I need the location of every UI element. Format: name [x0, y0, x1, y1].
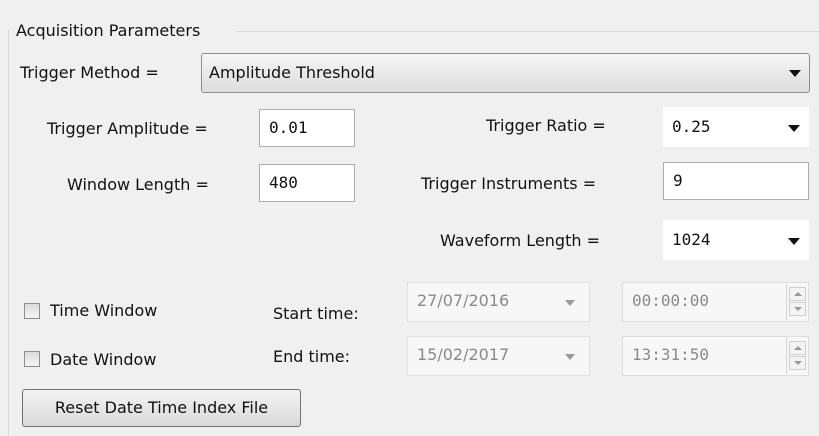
date-window-label: Date Window [50, 350, 157, 369]
trigger-instruments-input[interactable]: 9 [663, 162, 809, 200]
start-time-spinner[interactable] [786, 284, 808, 320]
end-time-spinner[interactable] [786, 338, 808, 374]
trigger-method-value: Amplitude Threshold [209, 63, 375, 82]
chevron-down-icon [788, 125, 800, 132]
chevron-down-icon [789, 70, 801, 77]
chevron-down-icon [788, 238, 800, 245]
end-time-label: End time: [273, 347, 351, 366]
trigger-instruments-label: Trigger Instruments = [421, 174, 597, 193]
end-date-value: 15/02/2017 [417, 345, 510, 364]
trigger-ratio-value: 0.25 [672, 117, 711, 136]
waveform-length-label: Waveform Length = [440, 231, 600, 250]
waveform-length-dropdown[interactable]: 1024 [663, 220, 809, 260]
trigger-amplitude-label: Trigger Amplitude = [47, 119, 208, 138]
end-date-picker[interactable]: 15/02/2017 [407, 336, 590, 376]
group-border [8, 30, 9, 436]
time-window-checkbox[interactable] [24, 303, 40, 319]
chevron-down-icon [565, 354, 575, 360]
trigger-ratio-dropdown[interactable]: 0.25 [663, 107, 809, 147]
group-divider [236, 31, 819, 32]
date-window-checkbox[interactable] [24, 351, 40, 367]
start-date-value: 27/07/2016 [417, 291, 510, 310]
start-date-picker[interactable]: 27/07/2016 [407, 282, 590, 322]
trigger-amplitude-input[interactable]: 0.01 [259, 109, 355, 147]
end-time-input[interactable]: 13:31:50 [622, 336, 809, 376]
reset-date-time-index-button[interactable]: Reset Date Time Index File [22, 389, 301, 427]
trigger-ratio-label: Trigger Ratio = [486, 116, 606, 135]
spin-up-icon[interactable] [789, 287, 806, 301]
trigger-method-label: Trigger Method = [20, 63, 159, 82]
end-time-value: 13:31:50 [632, 345, 710, 364]
spin-up-icon[interactable] [789, 341, 806, 355]
spin-down-icon[interactable] [789, 356, 806, 370]
waveform-length-value: 1024 [672, 230, 711, 249]
trigger-method-dropdown[interactable]: Amplitude Threshold [201, 53, 810, 93]
chevron-down-icon [565, 300, 575, 306]
group-title: Acquisition Parameters [16, 21, 201, 40]
spin-down-icon[interactable] [789, 302, 806, 316]
window-length-input[interactable]: 480 [259, 164, 355, 202]
start-time-value: 00:00:00 [632, 291, 710, 310]
start-time-label: Start time: [273, 304, 359, 323]
time-window-label: Time Window [50, 301, 158, 320]
start-time-input[interactable]: 00:00:00 [622, 282, 809, 322]
window-length-label: Window Length = [67, 175, 209, 194]
